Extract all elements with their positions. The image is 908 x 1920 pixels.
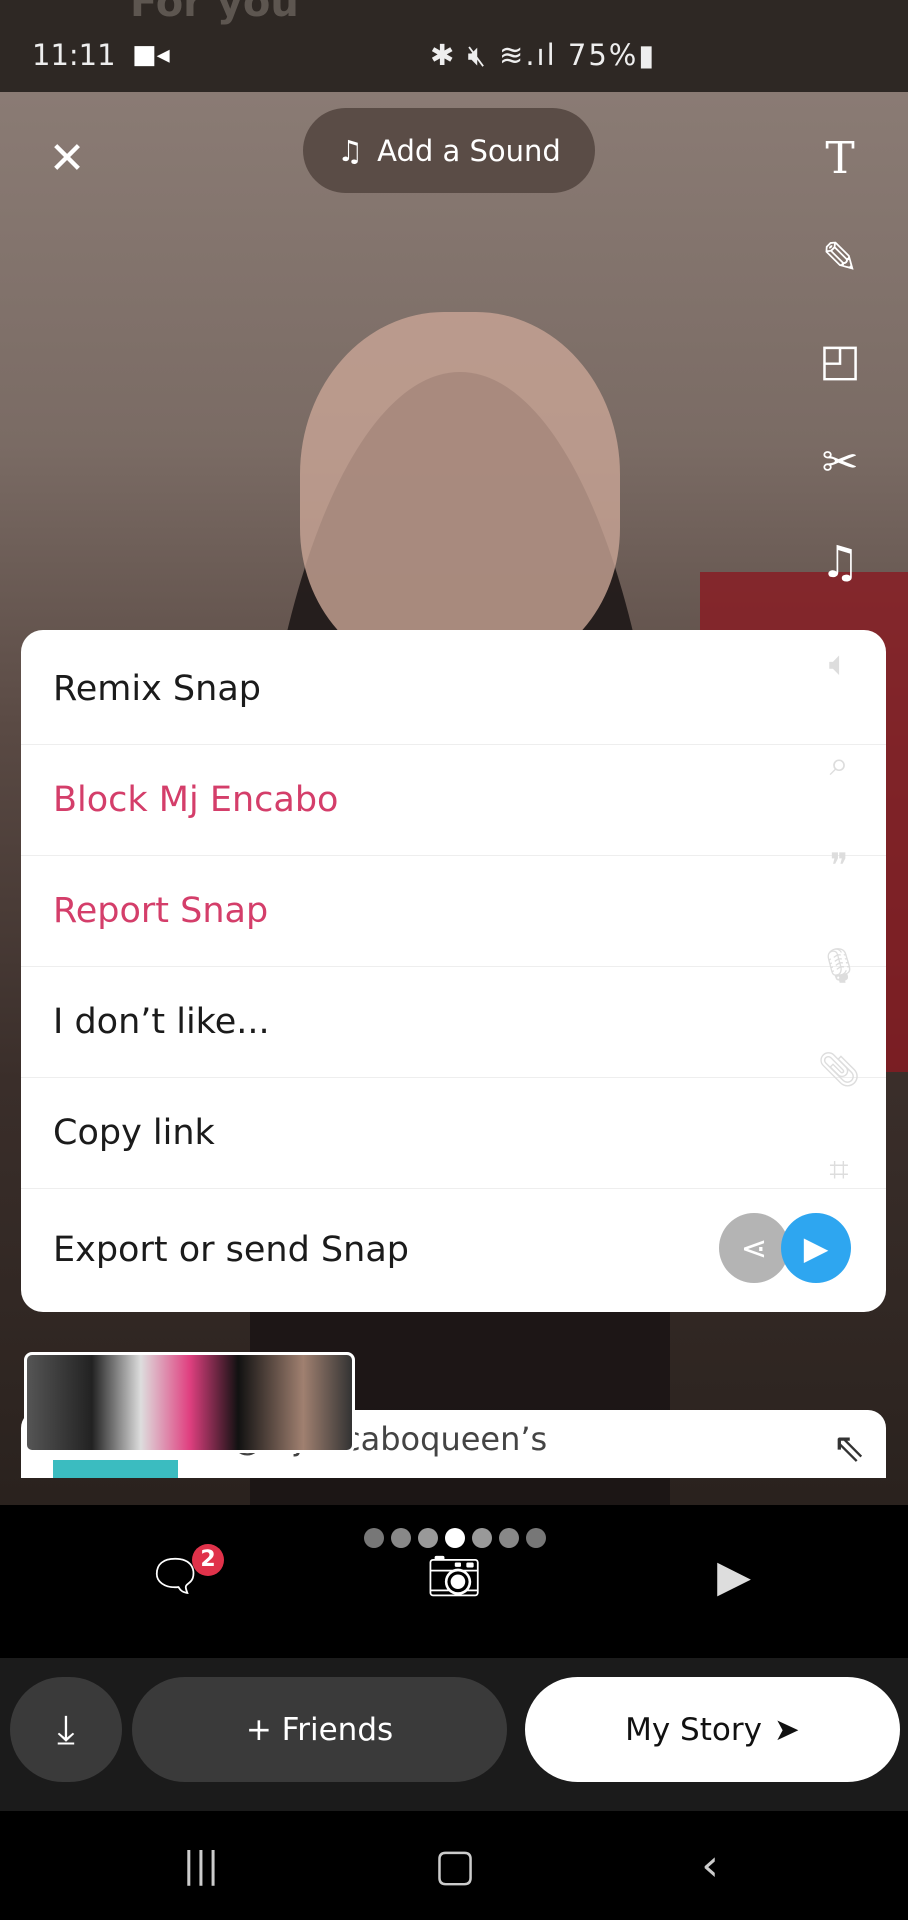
camera-icon[interactable]: 📷︎ xyxy=(419,1542,489,1612)
download-button[interactable]: ⤓ xyxy=(10,1677,122,1782)
paperclip-icon: 📎︎ xyxy=(817,1050,861,1090)
clock: 11:11 xyxy=(32,38,116,72)
download-icon: ⤓ xyxy=(57,1706,75,1753)
friends-button[interactable]: + Friends xyxy=(132,1677,507,1782)
status-icons: ✱ 🔇︎ ≋.ıl 75%▮ xyxy=(430,38,656,73)
status-bar: For you 11:11 ■◂ ✱ 🔇︎ ≋.ıl 75%▮ xyxy=(0,0,908,92)
menu-item-label: Report Snap xyxy=(53,891,269,931)
page-dot xyxy=(391,1528,411,1548)
play-icon[interactable]: ▶ xyxy=(699,1542,769,1612)
menu-item-label: Copy link xyxy=(53,1113,215,1153)
sound-thumbnail xyxy=(53,1460,178,1478)
my-story-label: My Story xyxy=(625,1711,762,1748)
microphone-icon: 🎙︎ xyxy=(817,946,861,986)
header-title-behind: For you xyxy=(130,0,299,26)
menu-item-label: Block Mj Encabo xyxy=(53,780,339,820)
close-icon[interactable]: ✕ xyxy=(32,124,102,194)
scissors-icon[interactable]: ✂ xyxy=(805,428,875,498)
menu-item-dont-like[interactable]: I don’t like... xyxy=(21,967,886,1078)
page-dot xyxy=(526,1528,546,1548)
wifi-icon: ≋ xyxy=(499,38,526,72)
menu-item-report-snap[interactable]: Report Snap xyxy=(21,856,886,967)
quote-icon: ❞ xyxy=(829,846,849,886)
menu-item-label: I don’t like... xyxy=(53,1002,270,1042)
search-sparkle-icon: ⌕ xyxy=(829,744,849,784)
signal-icon: .ıl xyxy=(525,38,557,72)
back-icon[interactable]: ‹ xyxy=(675,1831,745,1901)
page-dot xyxy=(499,1528,519,1548)
menu-item-copy-link[interactable]: Copy link xyxy=(21,1078,886,1189)
battery-level: 75% xyxy=(567,38,639,72)
text-icon[interactable]: T xyxy=(805,124,875,194)
sticker-icon[interactable]: ◰ xyxy=(805,326,875,396)
screen-recording-thumbnail[interactable] xyxy=(24,1352,355,1453)
menu-item-label: Export or send Snap xyxy=(53,1229,409,1270)
bluetooth-icon: ✱ xyxy=(430,38,457,72)
add-sound-label: Add a Sound xyxy=(377,133,561,168)
menu-item-label: Remix Snap xyxy=(53,669,262,709)
page-dot xyxy=(364,1528,384,1548)
volume-icon: 🔈︎ xyxy=(828,644,850,684)
video-record-icon: ■◂ xyxy=(132,40,170,70)
music-note-icon: ♫ xyxy=(337,133,364,168)
pencil-icon[interactable]: ✎ xyxy=(805,224,875,294)
home-icon[interactable]: ▢ xyxy=(420,1831,490,1901)
friends-label: + Friends xyxy=(245,1711,394,1748)
send-arrow-icon: ➤ xyxy=(773,1711,800,1748)
menu-item-block-user[interactable]: Block Mj Encabo xyxy=(21,745,886,856)
send-icon[interactable]: ▶ xyxy=(781,1213,851,1283)
chat-badge: 2 xyxy=(192,1544,224,1576)
my-story-button[interactable]: My Story ➤ xyxy=(525,1677,900,1782)
system-nav-bar: ||| ▢ ‹ xyxy=(0,1811,908,1920)
battery-icon: ▮ xyxy=(638,38,657,72)
menu-item-remix-snap[interactable]: Remix Snap xyxy=(21,634,886,745)
add-sound-button[interactable]: ♫ Add a Sound xyxy=(303,108,595,193)
cursor-icon: ⇖ xyxy=(832,1425,866,1471)
music-icon[interactable]: ♫ xyxy=(805,528,875,598)
recent-apps-icon[interactable]: ||| xyxy=(166,1831,236,1901)
image-region xyxy=(300,312,620,672)
share-icon[interactable]: ⋖ xyxy=(719,1213,789,1283)
crop-icon: ⌗ xyxy=(829,1150,849,1190)
mute-icon: 🔇︎ xyxy=(467,38,488,72)
context-menu: Remix Snap Block Mj Encabo Report Snap I… xyxy=(21,630,886,1312)
